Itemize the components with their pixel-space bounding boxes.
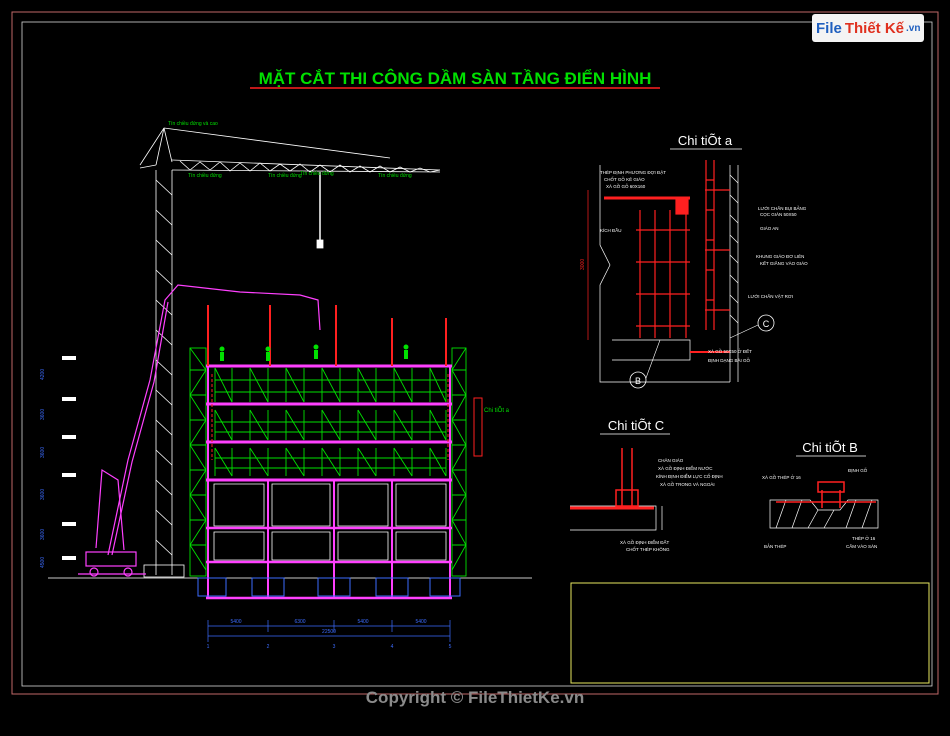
crane-notes: Tín chiều đứng Tín chiều đứng Tín chiều …: [188, 171, 412, 179]
detail-c-title: Chi tiÕt C: [608, 418, 664, 433]
detail-a-title: Chi tiÕt a: [678, 133, 733, 148]
logo-part-3: .vn: [906, 22, 921, 34]
detail-a-note: XÀ GỒ 50X50 Ở ĐẾT: [708, 348, 752, 354]
level-dim: 3600: [40, 447, 46, 458]
detail-c-note: CHÂN GIÁO: [658, 457, 684, 463]
logo-part-2: Thiết Kế: [844, 19, 905, 37]
detail-b-title: Chi tiÕt B: [802, 440, 858, 455]
detail-a-dim: 3000: [580, 259, 586, 270]
level-dim: 4200: [40, 369, 46, 380]
site-logo: File Thiết Kế .vn: [812, 14, 924, 42]
detail-c-note: XÀ GỒ TRONG VÀ NGOÀI: [660, 481, 715, 487]
logo-part-1: File: [816, 19, 842, 37]
bay-dim: 6300: [294, 619, 305, 625]
detail-c-note: XÀ GỒ ĐỊNH ĐIỂM ĐẤT: [620, 539, 670, 545]
level-dims: 4200 3600 3600 3600 3600 4500: [40, 369, 46, 568]
detail-c-note: KÍNH ĐỊNH ĐIỂM LỰC CỐ ĐỊNH: [656, 473, 723, 479]
workers: [219, 344, 409, 361]
outer-border: [11, 11, 939, 695]
detail-a-note: CỌC GIÀN 50X50: [760, 211, 797, 217]
detail-a-note: THÉP ĐỊNH PHƯƠNG ĐỢI ĐẶT: [600, 169, 666, 175]
level-dim: 3600: [40, 529, 46, 540]
floor-slabs: [197, 305, 461, 600]
grid-labels: 1 2 3 4 5: [207, 644, 452, 650]
grid-label: 3: [333, 644, 336, 650]
detail-b-note: BẢN THÉP: [764, 543, 786, 549]
grid-label: 4: [391, 644, 394, 650]
crane-label: Tín chiều đứng và cao: [168, 121, 218, 127]
grid-label: 1: [207, 644, 210, 650]
detail-c: Chi tiÕt C CHÂN GIÁO XÀ GỒ ĐỊNH ĐIỂM NƯỚ…: [570, 418, 723, 552]
callout-b: B: [635, 376, 641, 386]
level-dim: 3600: [40, 409, 46, 420]
callout-c: C: [763, 319, 770, 329]
detail-b: Chi tiÕt B XÀ GỒ THÉP Ở 16 ĐỊNH GỖ BẢN T…: [762, 440, 879, 549]
elevation-view: Tín chiều đứng và cao Tín chiều đứng Tín…: [40, 121, 532, 650]
detail-b-note: ĐỊNH GỖ: [848, 467, 868, 473]
detail-ref-label: Chi tiÕt a: [484, 407, 510, 414]
detail-marker: [473, 397, 483, 457]
detail-b-note: THÉP Ở 16: [852, 535, 876, 541]
tower-crane: [139, 127, 441, 578]
scaffolding: [189, 347, 467, 577]
detail-c-note: CHỐT THÉP KHÔNG: [626, 546, 670, 552]
title-block: [570, 582, 930, 684]
detail-a-note: LƯỚI CHẮN VẬT RƠI: [748, 292, 793, 299]
bay-dim: 5400: [357, 619, 368, 625]
detail-c-note: XÀ GỒ ĐỊNH ĐIỂM NƯỚC: [658, 465, 713, 471]
crane-note: Tín chiều đứng: [378, 173, 412, 179]
detail-a-note: KHUNG GIÁO ĐƠ LIÊN: [756, 252, 804, 259]
crane-note: Tín chiều đứng: [268, 173, 302, 179]
detail-a-note: ĐỊNH DẠNG BÀI GỖ: [708, 357, 751, 363]
bay-dim: 5400: [230, 619, 241, 625]
detail-b-note: XÀ GỒ THÉP Ở 16: [762, 474, 801, 480]
grid-label: 5: [449, 644, 452, 650]
detail-b-note: CẮM VÀO SÀN: [846, 542, 877, 549]
detail-a-note: CHỐT GỖ KÊ GIÁO: [604, 175, 645, 182]
detail-a-note: GIÁO AN: [760, 225, 779, 231]
bay-dim: 5400: [415, 619, 426, 625]
detail-a-side-note: KÍCH ĐẦU: [600, 227, 622, 233]
drawing-title: MẶT CẮT THI CÔNG DẦM SÀN TẦNG ĐIỂN HÌNH: [259, 69, 652, 88]
crane-note: Tín chiều đứng: [188, 173, 222, 179]
total-dim: 22500: [322, 629, 336, 635]
shoring-frames: [214, 367, 447, 477]
cad-drawing: MẶT CẮT THI CÔNG DẦM SÀN TẦNG ĐIỂN HÌNH: [11, 11, 939, 695]
detail-a: Chi tiÕt a 3000 THÉP ĐỊNH PHƯƠNG ĐỢI ĐẶT…: [580, 133, 808, 389]
grid-label: 2: [267, 644, 270, 650]
copyright-watermark: Copyright © FileThietKe.vn: [365, 688, 585, 707]
level-dim: 4500: [40, 557, 46, 568]
crane-note: Tín chiều đứng: [300, 171, 334, 177]
detail-a-note: XÀ GỒ GỖ 60X160: [606, 183, 646, 189]
detail-a-note: LƯỚI CHẮN BỤI BẢNG: [758, 204, 807, 211]
level-dim: 3600: [40, 489, 46, 500]
level-markers: [62, 356, 76, 560]
detail-a-note: KẾT GIẰNG VÀO GIÁO: [760, 259, 808, 266]
